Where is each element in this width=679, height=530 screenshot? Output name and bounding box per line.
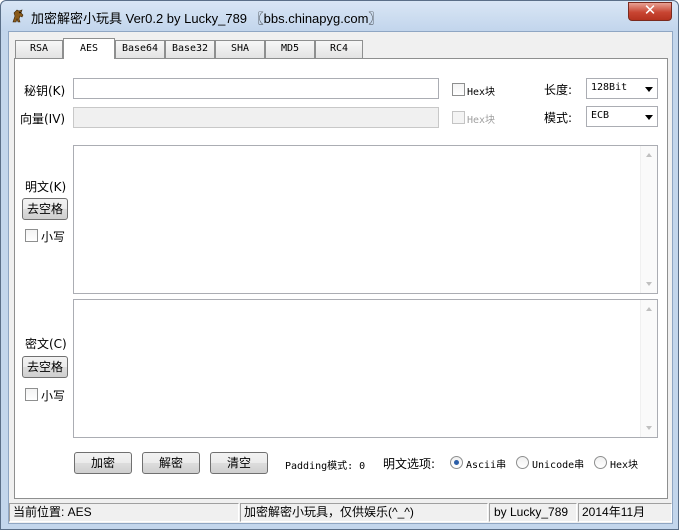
status-bar: 当前位置: AES 加密解密小玩具，仅供娱乐(^_^) by Lucky_789…: [9, 501, 672, 523]
ciphertext-label: 密文(C): [25, 337, 67, 351]
plaintext-scrollbar[interactable]: [640, 146, 657, 293]
length-select[interactable]: 128Bit: [586, 78, 658, 99]
status-date: 2014年11月: [578, 503, 672, 522]
decrypt-button[interactable]: 解密: [142, 452, 200, 474]
iv-label: 向量(IV): [20, 112, 66, 126]
scroll-down-icon: [646, 426, 652, 430]
status-author: by Lucky_789: [489, 503, 577, 522]
status-message: 加密解密小玩具，仅供娱乐(^_^): [240, 503, 488, 522]
clear-button[interactable]: 清空: [210, 452, 268, 474]
chevron-down-icon: [645, 115, 653, 120]
tab-md5[interactable]: MD5: [265, 40, 315, 58]
scroll-down-icon: [646, 282, 652, 286]
tab-rsa[interactable]: RSA: [15, 40, 63, 58]
app-window: 加密解密小玩具 Ver0.2 by Lucky_789 〖bbs.chinapy…: [0, 0, 679, 530]
radio-unicode[interactable]: [516, 456, 529, 469]
app-horse-icon: [12, 9, 24, 23]
ciphertext-lowercase-label: 小写: [41, 389, 66, 403]
scroll-up-icon: [646, 307, 652, 311]
status-location: 当前位置: AES: [9, 503, 239, 522]
close-icon: ✕: [643, 1, 657, 19]
key-label: 秘钥(K): [24, 84, 66, 98]
radio-hex[interactable]: [594, 456, 607, 469]
plaintext-lowercase-checkbox[interactable]: [25, 229, 38, 242]
client-area: RSA AES Base64 Base32 SHA MD5 RC4 秘钥(K) …: [8, 31, 673, 524]
ciphertext-textarea[interactable]: [73, 299, 658, 438]
radio-unicode-label: Unicode串: [532, 460, 585, 471]
window-title: 加密解密小玩具 Ver0.2 by Lucky_789 〖bbs.chinapy…: [31, 11, 382, 26]
key-hex-label: Hex块: [467, 87, 496, 98]
radio-hex-label: Hex块: [610, 460, 639, 471]
ciphertext-trim-button[interactable]: 去空格: [22, 356, 68, 378]
chevron-down-icon: [645, 87, 653, 92]
scroll-up-icon: [646, 153, 652, 157]
radio-ascii[interactable]: [450, 456, 463, 469]
key-input[interactable]: [73, 78, 439, 99]
length-label: 长度:: [544, 83, 573, 97]
iv-input[interactable]: [73, 107, 439, 128]
close-button[interactable]: ✕: [628, 1, 672, 21]
plaintext-trim-button[interactable]: 去空格: [22, 198, 68, 220]
tab-base32[interactable]: Base32: [165, 40, 215, 58]
radio-ascii-label: Ascii串: [466, 460, 507, 471]
length-value: 128Bit: [591, 82, 628, 93]
mode-value: ECB: [591, 110, 610, 121]
tab-rc4[interactable]: RC4: [315, 40, 363, 58]
plaintext-lowercase-label: 小写: [41, 230, 66, 244]
padding-mode-label: Padding模式: 0: [285, 461, 366, 472]
plaintext-options-label: 明文选项:: [383, 457, 436, 471]
ciphertext-lowercase-checkbox[interactable]: [25, 388, 38, 401]
title-bar[interactable]: 加密解密小玩具 Ver0.2 by Lucky_789 〖bbs.chinapy…: [1, 1, 678, 31]
mode-label: 模式:: [544, 111, 573, 125]
tab-aes[interactable]: AES: [63, 38, 115, 59]
plaintext-textarea[interactable]: [73, 145, 658, 294]
key-hex-checkbox[interactable]: [452, 83, 465, 96]
tab-base64[interactable]: Base64: [115, 40, 165, 58]
mode-select[interactable]: ECB: [586, 106, 658, 127]
encrypt-button[interactable]: 加密: [74, 452, 132, 474]
ciphertext-scrollbar[interactable]: [640, 300, 657, 437]
tab-sha[interactable]: SHA: [215, 40, 265, 58]
iv-hex-label: Hex块: [467, 115, 496, 126]
iv-hex-checkbox[interactable]: [452, 111, 465, 124]
aes-panel: 秘钥(K) Hex块 长度: 128Bit 向量(IV) Hex块 模式: EC…: [14, 58, 668, 499]
plaintext-label: 明文(K): [25, 180, 67, 194]
